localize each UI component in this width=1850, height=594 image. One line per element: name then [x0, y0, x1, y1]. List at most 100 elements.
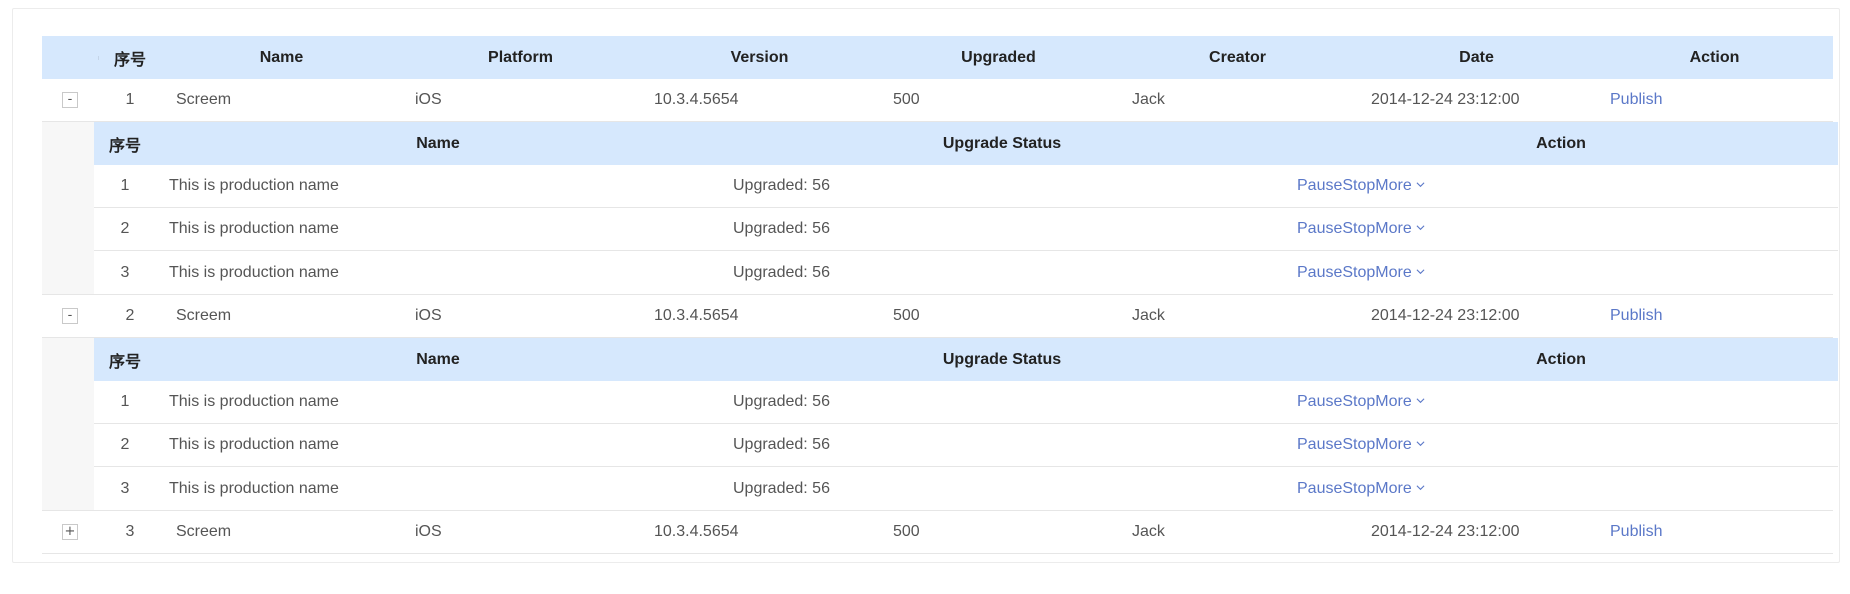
expand-row-button[interactable]: + [62, 524, 78, 540]
nested-row-name: This is production name [169, 479, 339, 497]
chevron-down-icon [1416, 182, 1425, 188]
pause-link[interactable]: Pause [1297, 177, 1342, 194]
pause-link[interactable]: Pause [1297, 480, 1342, 497]
nested-row-index: 3 [120, 263, 130, 281]
expand-cell: - [42, 308, 98, 324]
nested-table: 序号 Name Upgrade Status Action 1 This is … [94, 122, 1838, 294]
chevron-down-icon [1416, 441, 1425, 447]
stop-link[interactable]: Stop [1342, 177, 1375, 194]
header-creator[interactable]: Creator [1118, 49, 1357, 67]
chevron-down-icon [1416, 484, 1425, 490]
nested-row-name: This is production name [169, 393, 339, 410]
nested-row-index: 2 [120, 436, 130, 453]
row-version: 10.3.4.5654 [654, 523, 739, 540]
header-upgraded[interactable]: Upgraded [879, 49, 1118, 67]
pause-link[interactable]: Pause [1297, 436, 1342, 453]
nested-row-actions: PauseStopMore [1284, 220, 1838, 238]
header-name[interactable]: Name [162, 49, 401, 67]
more-dropdown[interactable]: More [1375, 264, 1425, 281]
nested-header-index: 序号 [108, 353, 141, 371]
nested-table-row: 1 This is production name Upgraded: 56 P… [94, 381, 1838, 424]
more-dropdown[interactable]: More [1375, 393, 1425, 410]
row-index: 1 [125, 91, 135, 108]
nested-header-upgrade-status: Upgrade Status [720, 351, 1284, 369]
stop-link[interactable]: Stop [1342, 480, 1375, 497]
collapse-row-button[interactable]: - [62, 92, 78, 108]
header-index: 序号 [98, 46, 162, 70]
nested-row-name: This is production name [169, 177, 339, 194]
more-dropdown[interactable]: More [1375, 177, 1425, 194]
nested-table-row: 3 This is production name Upgraded: 56 P… [94, 467, 1838, 510]
nested-table-row: 2 This is production name Upgraded: 56 P… [94, 208, 1838, 251]
expanded-row-gutter [42, 122, 94, 294]
row-creator: Jack [1132, 307, 1165, 324]
more-label: More [1375, 393, 1412, 410]
pause-link[interactable]: Pause [1297, 220, 1342, 237]
pause-link[interactable]: Pause [1297, 393, 1342, 410]
nested-header-index: 序号 [108, 137, 141, 155]
row-upgraded: 500 [893, 307, 920, 324]
nested-row-actions: PauseStopMore [1284, 264, 1838, 282]
nested-row-actions: PauseStopMore [1284, 436, 1838, 454]
table-row: - 2 Screem iOS 10.3.4.5654 500 Jack 2014… [42, 295, 1833, 338]
collapse-row-button[interactable]: - [62, 308, 78, 324]
nested-row-index: 3 [120, 479, 130, 497]
nested-row-status: Upgraded: 56 [733, 263, 830, 281]
nested-row-status: Upgraded: 56 [733, 177, 830, 194]
more-dropdown[interactable]: More [1375, 220, 1425, 237]
expanded-row-panel: 序号 Name Upgrade Status Action 1 This is … [42, 338, 1838, 511]
chevron-down-icon [1416, 268, 1425, 274]
row-action-cell: Publish [1596, 307, 1833, 325]
header-version[interactable]: Version [640, 49, 879, 67]
row-upgraded: 500 [893, 523, 920, 540]
publish-link[interactable]: Publish [1610, 91, 1662, 108]
stop-link[interactable]: Stop [1342, 436, 1375, 453]
expand-cell: + [42, 524, 98, 540]
stop-link[interactable]: Stop [1342, 220, 1375, 237]
expand-cell: - [42, 92, 98, 108]
row-name: Screem [176, 523, 232, 540]
row-platform: iOS [415, 523, 442, 540]
row-name: Screem [176, 91, 232, 108]
nested-table-header: 序号 Name Upgrade Status Action [94, 338, 1838, 381]
table-row: - 1 Screem iOS 10.3.4.5654 500 Jack 2014… [42, 79, 1833, 122]
nested-row-status: Upgraded: 56 [733, 393, 830, 410]
row-version: 10.3.4.5654 [654, 91, 739, 108]
nested-row-actions: PauseStopMore [1284, 480, 1838, 498]
nested-row-status: Upgraded: 56 [733, 220, 830, 237]
more-dropdown[interactable]: More [1375, 479, 1425, 497]
row-date: 2014-12-24 23:12:00 [1371, 91, 1520, 108]
nested-row-name: This is production name [169, 220, 339, 237]
more-label: More [1375, 436, 1412, 453]
nested-row-index: 1 [120, 177, 130, 194]
nested-row-index: 1 [120, 393, 130, 410]
header-platform[interactable]: Platform [401, 49, 640, 67]
more-dropdown[interactable]: More [1375, 436, 1425, 453]
expanded-row-panel: 序号 Name Upgrade Status Action 1 This is … [42, 122, 1838, 295]
publish-link[interactable]: Publish [1610, 523, 1662, 540]
nested-header-name: Name [156, 135, 720, 153]
row-creator: Jack [1132, 523, 1165, 540]
header-date[interactable]: Date [1357, 49, 1596, 67]
row-platform: iOS [415, 307, 442, 324]
row-version: 10.3.4.5654 [654, 307, 739, 324]
stop-link[interactable]: Stop [1342, 264, 1375, 281]
expanded-row-gutter [42, 338, 94, 510]
row-platform: iOS [415, 91, 442, 108]
publish-link[interactable]: Publish [1610, 307, 1662, 324]
nested-table-header: 序号 Name Upgrade Status Action [94, 122, 1838, 165]
table-row: + 3 Screem iOS 10.3.4.5654 500 Jack 2014… [42, 511, 1833, 554]
header-action: Action [1596, 49, 1833, 67]
stop-link[interactable]: Stop [1342, 393, 1375, 410]
more-label: More [1375, 479, 1412, 497]
nested-table-row: 2 This is production name Upgraded: 56 P… [94, 424, 1838, 467]
table-card: 序号 Name Platform Version Upgraded Creato… [12, 8, 1840, 563]
more-label: More [1375, 177, 1412, 194]
row-creator: Jack [1132, 91, 1165, 108]
row-date: 2014-12-24 23:12:00 [1371, 523, 1520, 540]
nested-table-row: 1 This is production name Upgraded: 56 P… [94, 165, 1838, 208]
pause-link[interactable]: Pause [1297, 264, 1342, 281]
nested-header-action: Action [1284, 351, 1838, 369]
nested-row-status: Upgraded: 56 [733, 436, 830, 453]
nested-row-actions: PauseStopMore [1284, 177, 1838, 195]
